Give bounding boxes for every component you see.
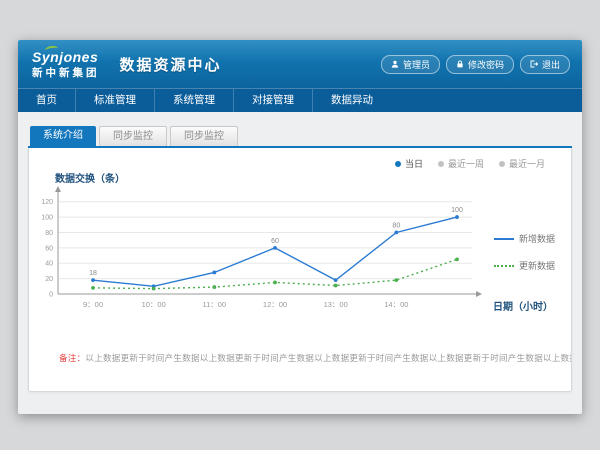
- change-password-label: 修改密码: [468, 58, 504, 71]
- tab-strip: 系统介绍 同步监控 同步监控: [28, 126, 572, 148]
- svg-text:60: 60: [45, 245, 53, 252]
- svg-text:120: 120: [41, 199, 53, 206]
- logo-text: Synjones: [32, 49, 100, 65]
- radio-dot-icon: [438, 161, 444, 167]
- svg-text:13：00: 13：00: [324, 300, 348, 309]
- period-filter-today[interactable]: 当日: [395, 157, 423, 170]
- period-filter-label: 最近一周: [448, 157, 484, 170]
- svg-text:80: 80: [392, 222, 400, 229]
- user-icon: [391, 60, 399, 68]
- svg-text:40: 40: [45, 261, 53, 268]
- footnote-text: 以上数据更新于时间产生数据以上数据更新于时间产生数据以上数据更新于时间产生数据以…: [85, 353, 571, 363]
- svg-text:9：00: 9：00: [83, 300, 103, 309]
- svg-text:10：00: 10：00: [142, 300, 166, 309]
- series-legend: 新增数据 更新数据: [494, 232, 555, 272]
- svg-text:100: 100: [41, 215, 53, 222]
- period-filter-label: 最近一月: [509, 157, 545, 170]
- legend-item-update-data[interactable]: 更新数据: [494, 259, 555, 272]
- svg-text:100: 100: [451, 207, 463, 214]
- line-chart: 0 20 40 60 80 100 120 9：00 10：00 11：00 12：00 13：00 1…: [29, 184, 489, 334]
- tab-sync-monitor-2[interactable]: 同步监控: [170, 126, 238, 146]
- chart-panel: 当日 最近一周 最近一月 数据交换（条） 0 20 40 60 80 100 120 9：00…: [28, 148, 572, 392]
- legend-label: 更新数据: [519, 259, 555, 272]
- lock-icon: [456, 60, 464, 68]
- svg-text:14：00: 14：00: [384, 300, 408, 309]
- logout-icon: [530, 60, 538, 68]
- page-title: 数据资源中心: [120, 54, 222, 75]
- logout-button[interactable]: 退出: [520, 55, 570, 74]
- period-filter-group: 当日 最近一周 最近一月: [395, 157, 545, 170]
- svg-text:12：00: 12：00: [263, 300, 287, 309]
- app-header: Synjones 新中新集团 数据资源中心 管理员 修改密码: [18, 40, 582, 88]
- user-button[interactable]: 管理员: [381, 55, 440, 74]
- period-filter-last-month[interactable]: 最近一月: [499, 157, 545, 170]
- period-filter-last-week[interactable]: 最近一周: [438, 157, 484, 170]
- svg-text:11：00: 11：00: [203, 300, 227, 309]
- logo-subtitle: 新中新集团: [32, 67, 100, 79]
- app-window: Synjones 新中新集团 数据资源中心 管理员 修改密码: [18, 40, 582, 414]
- change-password-button[interactable]: 修改密码: [446, 55, 514, 74]
- tab-system-intro[interactable]: 系统介绍: [30, 126, 96, 146]
- nav-item-integration-mgmt[interactable]: 对接管理: [233, 89, 312, 112]
- nav-item-standard-mgmt[interactable]: 标准管理: [75, 89, 154, 112]
- legend-label: 新增数据: [519, 232, 555, 245]
- x-axis-title: 日期（小时）: [493, 298, 553, 313]
- svg-text:80: 80: [45, 230, 53, 237]
- nav-item-system-mgmt[interactable]: 系统管理: [154, 89, 233, 112]
- nav-item-home[interactable]: 首页: [18, 89, 75, 112]
- svg-text:20: 20: [45, 276, 53, 283]
- svg-text:0: 0: [49, 292, 53, 299]
- header-actions: 管理员 修改密码 退出: [381, 55, 570, 74]
- radio-dot-icon: [499, 161, 505, 167]
- period-filter-label: 当日: [405, 157, 423, 170]
- brand-logo: Synjones 新中新集团: [32, 49, 100, 78]
- footnote: 备注：以上数据更新于时间产生数据以上数据更新于时间产生数据以上数据更新于时间产生…: [29, 352, 571, 364]
- radio-dot-icon: [395, 161, 401, 167]
- y-axis-title: 数据交换（条）: [55, 170, 125, 185]
- solid-line-icon: [494, 238, 514, 240]
- svg-text:18: 18: [89, 270, 97, 277]
- nav-item-data-change[interactable]: 数据异动: [312, 89, 391, 112]
- footnote-label: 备注：: [59, 353, 85, 363]
- user-label: 管理员: [403, 58, 430, 71]
- legend-item-new-data[interactable]: 新增数据: [494, 232, 555, 245]
- svg-text:60: 60: [271, 238, 279, 245]
- content-area: 系统介绍 同步监控 同步监控 当日 最近一周 最近一月 数据交换（条）: [18, 112, 582, 414]
- main-nav: 首页 标准管理 系统管理 对接管理 数据异动: [18, 88, 582, 112]
- tab-sync-monitor-1[interactable]: 同步监控: [99, 126, 167, 146]
- logout-label: 退出: [542, 58, 560, 71]
- dotted-line-icon: [494, 265, 514, 267]
